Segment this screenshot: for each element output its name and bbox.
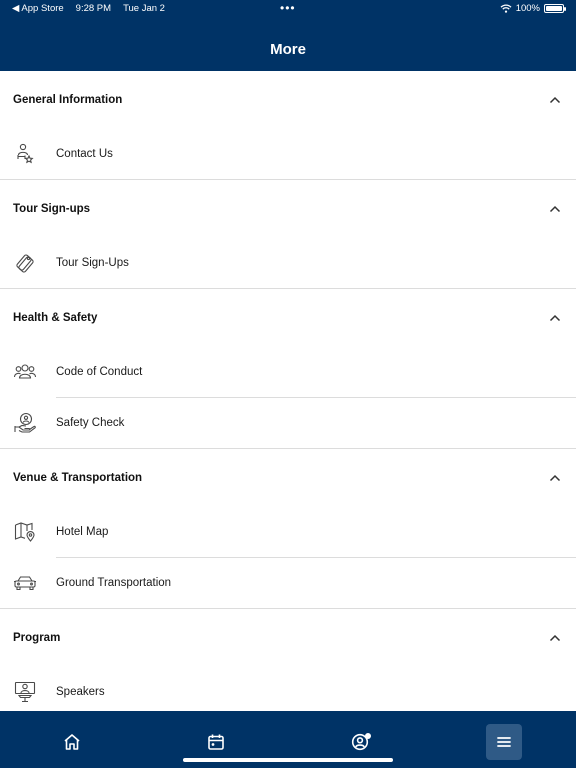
menu-item-ground-transportation[interactable]: Ground Transportation xyxy=(0,558,576,608)
menu-item-code-of-conduct[interactable]: Code of Conduct xyxy=(0,347,576,397)
section-title: Venue & Transportation xyxy=(13,472,143,484)
status-date: Tue Jan 2 xyxy=(123,3,165,14)
tab-schedule[interactable] xyxy=(198,724,234,760)
contact-person-star-icon xyxy=(0,143,56,165)
tag-icon xyxy=(0,252,56,274)
menu-item-tour-sign-ups[interactable]: Tour Sign-Ups xyxy=(0,238,576,288)
tab-home[interactable] xyxy=(54,724,90,760)
multitask-dots[interactable]: ••• xyxy=(280,1,296,15)
menu-item-label: Tour Sign-Ups xyxy=(56,257,129,269)
chevron-up-icon[interactable] xyxy=(548,631,562,645)
section-title: Program xyxy=(13,632,61,644)
bottom-tab-bar xyxy=(0,711,576,768)
menu-item-label: Safety Check xyxy=(56,417,125,429)
section-title: General Information xyxy=(13,94,123,106)
back-to-app-link[interactable]: ◀ App Store xyxy=(12,3,64,14)
menu-item-label: Ground Transportation xyxy=(56,577,172,589)
page-title: More xyxy=(270,41,306,58)
chevron-up-icon[interactable] xyxy=(548,311,562,325)
menu-icon xyxy=(497,737,511,747)
battery-percent: 100% xyxy=(515,3,540,14)
app-header: ◀ App Store 9:28 PM Tue Jan 2 ••• 100% M… xyxy=(0,0,576,71)
calendar-icon xyxy=(208,734,224,750)
section-header-program[interactable]: Program xyxy=(0,609,576,667)
chevron-up-icon[interactable] xyxy=(548,93,562,107)
section-header-tour-sign-ups[interactable]: Tour Sign-ups xyxy=(0,180,576,238)
menu-item-speakers[interactable]: Speakers xyxy=(0,667,576,711)
hand-shield-icon xyxy=(0,412,56,434)
menu-item-label: Speakers xyxy=(56,686,105,698)
menu-item-label: Contact Us xyxy=(56,148,113,160)
chevron-up-icon[interactable] xyxy=(548,202,562,216)
section-title: Tour Sign-ups xyxy=(13,203,91,215)
map-pin-icon xyxy=(0,522,56,542)
tab-profile[interactable] xyxy=(342,724,378,760)
home-indicator[interactable] xyxy=(183,758,393,762)
home-icon xyxy=(64,734,80,750)
menu-item-hotel-map[interactable]: Hotel Map xyxy=(0,507,576,557)
menu-item-label: Hotel Map xyxy=(56,526,109,538)
section-header-general-information[interactable]: General Information xyxy=(0,71,576,129)
wifi-icon xyxy=(500,4,512,13)
section-title: Health & Safety xyxy=(13,312,98,324)
status-bar: ◀ App Store 9:28 PM Tue Jan 2 ••• 100% xyxy=(0,0,576,18)
more-menu-list: General Information Contact Us Tour Sign… xyxy=(0,71,576,711)
notification-badge xyxy=(365,733,371,739)
menu-item-contact-us[interactable]: Contact Us xyxy=(0,129,576,179)
speaker-podium-icon xyxy=(0,681,56,703)
section-header-venue-transportation[interactable]: Venue & Transportation xyxy=(0,449,576,507)
status-time: 9:28 PM xyxy=(75,3,112,14)
tab-more[interactable] xyxy=(486,724,522,760)
car-icon xyxy=(0,575,56,591)
battery-icon xyxy=(544,4,566,13)
people-group-icon xyxy=(0,362,56,382)
chevron-up-icon[interactable] xyxy=(548,471,562,485)
section-header-health-safety[interactable]: Health & Safety xyxy=(0,289,576,347)
menu-item-safety-check[interactable]: Safety Check xyxy=(0,398,576,448)
menu-item-label: Code of Conduct xyxy=(56,366,143,378)
